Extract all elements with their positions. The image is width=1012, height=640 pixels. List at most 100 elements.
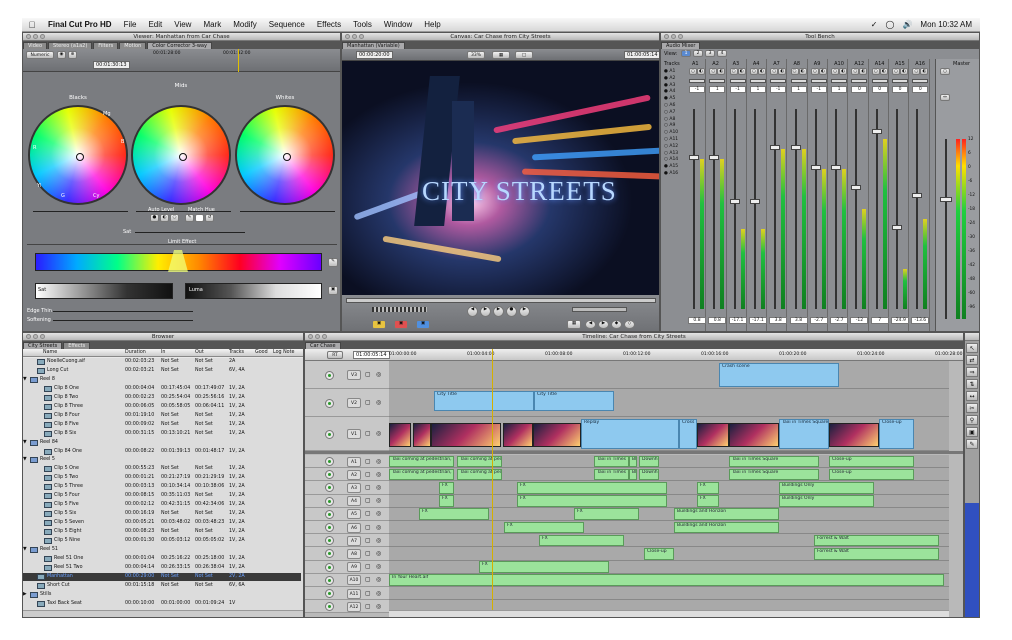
track-label[interactable]: A9 xyxy=(347,562,361,573)
match-hue-swatch[interactable] xyxy=(195,214,204,222)
track-visibility-icon[interactable] xyxy=(325,370,334,380)
pan-value[interactable]: 0 xyxy=(912,86,929,93)
track-visibility-item[interactable]: ○ A12 xyxy=(664,144,684,151)
blacks-balance-handle[interactable] xyxy=(76,153,84,161)
pan-value[interactable]: 1 xyxy=(709,86,726,93)
track-visibility-item[interactable]: ● A2 xyxy=(664,76,684,83)
edge-thin-slider[interactable] xyxy=(53,311,193,312)
solo-button[interactable]: ◐ xyxy=(717,68,726,75)
fader-handle[interactable] xyxy=(770,145,781,150)
track-visibility-icon[interactable] xyxy=(325,562,334,572)
level-value[interactable]: -13.6 xyxy=(911,317,930,324)
track-lane[interactable] xyxy=(389,560,949,574)
zoom-icon[interactable] xyxy=(40,34,45,39)
close-icon[interactable] xyxy=(664,34,669,39)
disclosure-triangle-icon[interactable]: ▼ xyxy=(23,546,27,554)
bin-row[interactable]: ▼ Reel 5 xyxy=(23,456,301,464)
level-value[interactable]: -2.7 xyxy=(830,317,849,324)
audio-clip[interactable]: Forrest & Walt xyxy=(814,534,939,547)
level-value[interactable]: -17.1 xyxy=(748,317,767,324)
audio-clip[interactable]: In Your Heart.aif xyxy=(389,574,944,586)
pen-tool-icon[interactable]: ✎ xyxy=(966,439,978,449)
menu-clock[interactable]: Mon 10:32 AM xyxy=(920,20,972,29)
menu-tools[interactable]: Tools xyxy=(347,20,378,29)
menu-sequence[interactable]: Sequence xyxy=(263,20,311,29)
audio-clip[interactable]: Taxi in Times xyxy=(594,468,629,481)
slip-tool-icon[interactable]: ↔ xyxy=(966,391,978,401)
color-picker-button[interactable]: ◉ xyxy=(57,51,66,59)
clip-row[interactable]: Clip 8 Five 00:00:09:02 Not Set Not Set 1V, … xyxy=(23,421,301,429)
voice-icon[interactable]: ✓ xyxy=(871,20,878,29)
lock-icon[interactable]: ▢ xyxy=(365,510,371,517)
apple-icon[interactable]:  xyxy=(22,20,42,30)
video-clip[interactable]: Taxi in Times Square xyxy=(779,419,829,449)
track-visibility-icon[interactable] xyxy=(325,483,334,493)
audio-clip[interactable]: Blk xyxy=(629,455,637,468)
lock-icon[interactable]: ▢ xyxy=(365,524,371,531)
shuttle-control[interactable] xyxy=(572,307,627,312)
pan-value[interactable]: -1 xyxy=(729,86,746,93)
lock-icon[interactable]: ▢ xyxy=(365,563,371,570)
zoom-icon[interactable] xyxy=(359,34,364,39)
tab-video[interactable]: Video xyxy=(23,42,48,49)
tab-car-chase[interactable]: Car Chase xyxy=(305,342,341,349)
col-tracks[interactable]: Tracks xyxy=(229,349,244,357)
audio-clip[interactable]: FX xyxy=(574,508,639,520)
solo-button[interactable]: ◐ xyxy=(818,68,827,75)
track-label[interactable]: A5 xyxy=(347,509,361,520)
disclosure-triangle-icon[interactable]: ▶ xyxy=(23,591,27,599)
clip-row[interactable]: NoelleCuong.aif 00:02:03:23 Not Set Not Set… xyxy=(23,358,301,366)
jog-control[interactable] xyxy=(372,307,427,312)
auto-contrast-button[interactable]: ◐ xyxy=(160,214,169,222)
solo-button[interactable]: ◐ xyxy=(900,68,908,75)
mute-button[interactable]: ○ xyxy=(871,68,880,75)
pan-slider[interactable] xyxy=(790,79,807,83)
audio-clip[interactable]: FX xyxy=(439,481,454,494)
blacks-level-slider[interactable] xyxy=(33,211,128,212)
audio-clip[interactable]: Taxi in Times Square xyxy=(729,468,819,481)
solo-button[interactable]: ◐ xyxy=(697,68,705,75)
menu-file[interactable]: File xyxy=(118,20,143,29)
zoom-tool-icon[interactable]: ⚲ xyxy=(966,415,978,425)
sat-slider[interactable] xyxy=(135,232,245,233)
audio-clip[interactable]: FX xyxy=(504,521,584,534)
auto-select-icon[interactable]: ◎ xyxy=(376,590,381,597)
lock-icon[interactable]: ▢ xyxy=(365,471,371,478)
track-visibility-item[interactable]: ○ A6 xyxy=(664,103,684,110)
play-button[interactable]: ▶ xyxy=(493,306,504,317)
clip-row[interactable]: Clip 5 Eight 00:00:08:23 Not Set Not Set 1V,… xyxy=(23,528,301,536)
solo-button[interactable]: ◐ xyxy=(839,68,848,75)
whites-level-slider[interactable] xyxy=(240,211,335,212)
auto-select-icon[interactable]: ◎ xyxy=(376,399,381,406)
minimize-icon[interactable] xyxy=(352,34,357,39)
auto-select-icon[interactable]: ◎ xyxy=(376,497,381,504)
mark-in-button[interactable]: ◀ xyxy=(585,320,596,329)
playhead[interactable] xyxy=(492,349,493,611)
view-button-2[interactable]: 2 xyxy=(693,50,703,57)
lock-icon[interactable]: ▢ xyxy=(365,371,371,378)
close-icon[interactable] xyxy=(26,34,31,39)
overwrite-button[interactable]: ▣ xyxy=(394,320,408,329)
mute-button[interactable]: ○ xyxy=(851,68,860,75)
play-in-out-button[interactable]: ▶ xyxy=(480,306,491,317)
audio-clip[interactable]: FX xyxy=(697,495,719,507)
fader-handle[interactable] xyxy=(912,193,923,198)
fader-handle[interactable] xyxy=(689,155,699,160)
level-value[interactable]: 3.8 xyxy=(789,317,808,324)
audio-clip[interactable]: Taxi coming at pedes xyxy=(457,455,502,468)
fader-handle[interactable] xyxy=(810,165,821,170)
chat-icon[interactable]: ◯ xyxy=(885,20,894,29)
tab-manhattan[interactable]: Manhattan (Variable) xyxy=(342,42,405,49)
blacks-wheel[interactable] xyxy=(28,105,128,205)
lock-icon[interactable]: ▢ xyxy=(365,603,371,610)
mute-button[interactable]: ○ xyxy=(810,68,819,75)
solo-button[interactable]: ◐ xyxy=(757,68,766,75)
track-visibility-icon[interactable] xyxy=(325,589,334,599)
minimize-icon[interactable] xyxy=(671,34,676,39)
bin-row[interactable]: ▼ Reel 51 xyxy=(23,546,301,554)
pan-value[interactable]: 0 xyxy=(851,86,868,93)
tab-stereo[interactable]: Stereo (a1a2) xyxy=(48,42,93,49)
rt-popup[interactable]: RT xyxy=(327,351,343,359)
master-mute-button[interactable]: ○ xyxy=(940,68,950,75)
track-label[interactable]: A11 xyxy=(347,588,361,599)
